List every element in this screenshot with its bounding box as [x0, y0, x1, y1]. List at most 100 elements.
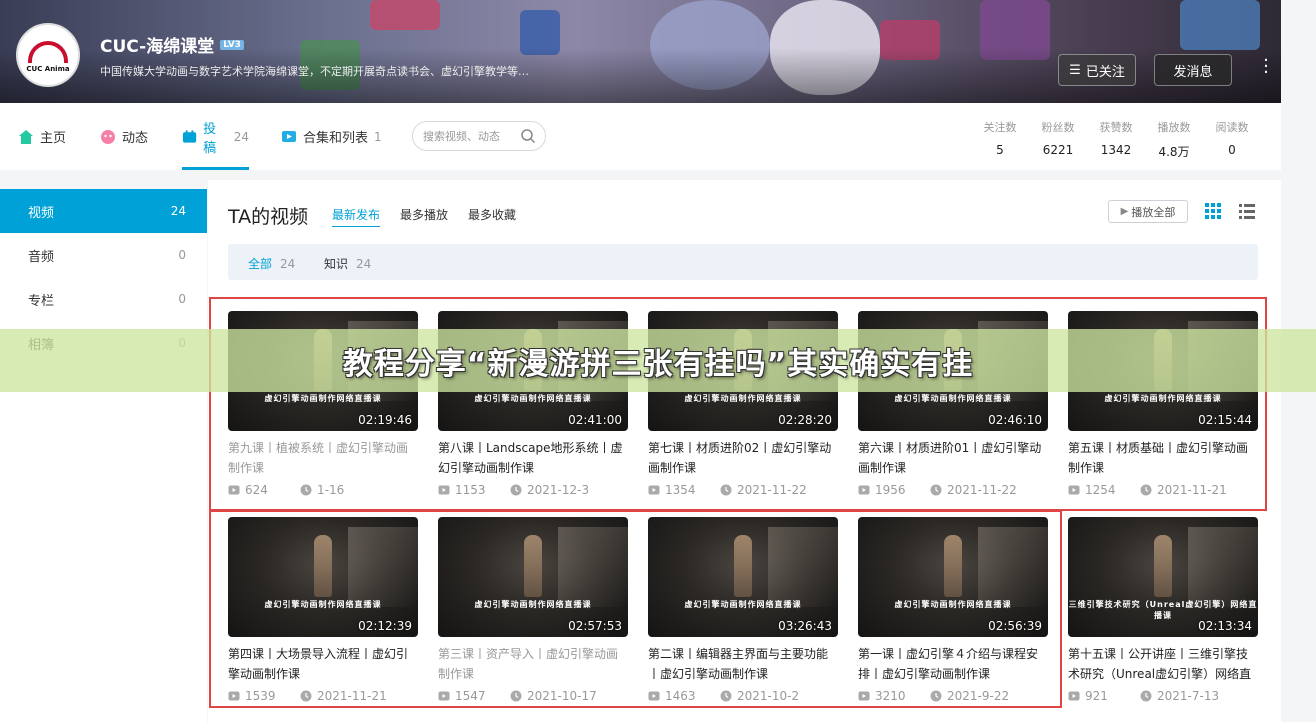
video-card[interactable]: 虚幻引擎动画制作网络直播课 02:12:39 第四课丨大场景导入流程丨虚幻引擎动… [228, 517, 418, 704]
sidebar-item-label: 音频 [28, 249, 55, 265]
video-duration: 02:46:10 [988, 413, 1042, 427]
video-duration: 02:41:00 [568, 413, 622, 427]
video-title[interactable]: 第八课丨Landscape地形系统丨虚幻引擎动画制作课 [438, 438, 628, 478]
video-title[interactable]: 第二课丨编辑器主界面与主要功能丨虚幻引擎动画制作课 [648, 644, 838, 684]
thumbnail-character [944, 535, 962, 597]
upload-date-value: 2021-11-22 [737, 483, 807, 497]
video-meta: 1463 2021-10-2 [648, 688, 838, 704]
sidebar-item-video[interactable]: 视频 24 [0, 189, 207, 233]
sidebar-item-articles[interactable]: 专栏 0 [0, 277, 207, 321]
video-meta: 1539 2021-11-21 [228, 688, 418, 704]
video-card[interactable]: 三维引擎技术研究（Unreal虚幻引擎）网络直播课 02:13:34 第十五课丨… [1068, 517, 1258, 704]
thumbnail-scene [1188, 527, 1258, 607]
play-count: 1956 [858, 483, 930, 497]
video-title[interactable]: 第五课丨材质基础丨虚幻引擎动画制作课 [1068, 438, 1258, 478]
avatar[interactable]: CUC Anima [16, 23, 80, 87]
upload-date-value: 2021-10-17 [527, 689, 597, 703]
filter-all[interactable]: 全部 24 [248, 255, 295, 272]
sidebar-item-count: 0 [178, 248, 186, 262]
sidebar-item-audio[interactable]: 音频 0 [0, 233, 207, 277]
stat-plays: 播放数 4.8万 [1149, 119, 1199, 160]
play-count-value: 1254 [1085, 483, 1116, 497]
play-count-icon [1068, 691, 1080, 701]
more-options-icon[interactable]: · · · [1258, 52, 1274, 82]
video-card[interactable]: 虚幻引擎动画制作网络直播课 03:26:43 第二课丨编辑器主界面与主要功能丨虚… [648, 517, 838, 704]
video-title[interactable]: 第十五课丨公开讲座丨三维引擎技术研究（Unreal虚幻引擎）网络直 [1068, 644, 1258, 684]
video-title[interactable]: 第三课丨资产导入丨虚幻引擎动画制作课 [438, 644, 628, 684]
tab-collections[interactable]: 合集和列表 1 [281, 103, 382, 170]
stat-following[interactable]: 关注数 5 [975, 119, 1025, 157]
stat-reads: 阅读数 0 [1207, 119, 1257, 157]
video-title[interactable]: 第六课丨材质进阶01丨虚幻引擎动画制作课 [858, 438, 1048, 478]
sort-most-played[interactable]: 最多播放 [400, 206, 448, 223]
play-all-button[interactable]: ▶ 播放全部 [1108, 200, 1188, 223]
banner-gift-decoration [1180, 0, 1260, 50]
tab-count: 24 [233, 129, 249, 144]
sort-most-favorited[interactable]: 最多收藏 [468, 206, 516, 223]
send-message-button[interactable]: 发消息 [1154, 54, 1232, 86]
filter-count: 24 [356, 257, 372, 271]
play-count: 1539 [228, 689, 300, 703]
play-count-icon [1068, 485, 1080, 495]
tab-uploads[interactable]: 投稿 24 [182, 103, 249, 170]
thumbnail-scene [558, 527, 628, 607]
clock-icon [1140, 690, 1152, 702]
play-count: 1254 [1068, 483, 1140, 497]
playlist-icon [282, 130, 296, 142]
upload-date: 2021-10-2 [720, 689, 799, 703]
video-meta: 1254 2021-11-21 [1068, 482, 1258, 498]
stat-followers[interactable]: 粉丝数 6221 [1033, 119, 1083, 157]
video-duration: 02:13:34 [1198, 619, 1252, 633]
video-duration: 02:28:20 [778, 413, 832, 427]
thumbnail-caption: 虚幻引擎动画制作网络直播课 [474, 394, 592, 403]
username[interactable]: CUC-海绵课堂 [100, 32, 214, 57]
page-title: TA的视频 [228, 206, 309, 228]
overlay-banner: 教程分享“新漫游拼三张有挂吗”其实确实有挂 [0, 329, 1316, 392]
upload-date: 2021-11-22 [930, 483, 1017, 497]
upload-date-value: 2021-10-2 [737, 689, 800, 703]
video-card[interactable]: 虚幻引擎动画制作网络直播课 02:57:53 第三课丨资产导入丨虚幻引擎动画制作… [438, 517, 628, 704]
filter-knowledge[interactable]: 知识 24 [324, 255, 371, 272]
list-view-icon[interactable] [1238, 202, 1256, 220]
tab-home[interactable]: 主页 [18, 103, 66, 170]
thumbnail-character [314, 535, 332, 597]
thumbnail-caption: 虚幻引擎动画制作网络直播课 [684, 600, 802, 609]
video-thumbnail[interactable]: 三维引擎技术研究（Unreal虚幻引擎）网络直播课 02:13:34 [1068, 517, 1258, 637]
video-thumbnail[interactable]: 虚幻引擎动画制作网络直播课 02:57:53 [438, 517, 628, 637]
video-duration: 02:57:53 [568, 619, 622, 633]
video-title[interactable]: 第七课丨材质进阶02丨虚幻引擎动画制作课 [648, 438, 838, 478]
video-thumbnail[interactable]: 虚幻引擎动画制作网络直播课 02:56:39 [858, 517, 1048, 637]
filter-count: 24 [280, 257, 296, 271]
video-title[interactable]: 第九课丨植被系统丨虚幻引擎动画制作课 [228, 438, 418, 478]
grid-view-icon[interactable] [1204, 202, 1222, 220]
video-card[interactable]: 虚幻引擎动画制作网络直播课 02:56:39 第一课丨虚幻引擎４介绍与课程安排丨… [858, 517, 1048, 704]
tab-dynamic[interactable]: 动态 [100, 103, 148, 170]
video-meta: 1153 2021-12-3 [438, 482, 628, 498]
play-count: 921 [1068, 689, 1140, 703]
video-thumbnail[interactable]: 虚幻引擎动画制作网络直播课 02:12:39 [228, 517, 418, 637]
search-icon[interactable] [520, 128, 536, 144]
stat-value: 4.8万 [1158, 145, 1190, 159]
clock-icon [300, 690, 312, 702]
video-duration: 02:19:46 [358, 413, 412, 427]
play-count-icon [438, 485, 450, 495]
video-thumbnail[interactable]: 虚幻引擎动画制作网络直播课 03:26:43 [648, 517, 838, 637]
thumbnail-caption: 虚幻引擎动画制作网络直播课 [474, 600, 592, 609]
search-placeholder: 搜索视频、动态 [423, 130, 500, 143]
upload-date: 2021-9-22 [930, 689, 1009, 703]
tab-label: 合集和列表 [303, 131, 369, 146]
video-meta: 1547 2021-10-17 [438, 688, 628, 704]
upload-date-value: 2021-7-13 [1157, 689, 1220, 703]
sort-latest[interactable]: 最新发布 [332, 206, 381, 227]
video-title[interactable]: 第四课丨大场景导入流程丨虚幻引擎动画制作课 [228, 644, 418, 684]
thumbnail-scene [768, 527, 838, 607]
play-all-label: 播放全部 [1131, 205, 1176, 219]
search-input[interactable]: 搜索视频、动态 [412, 121, 546, 151]
clock-icon [930, 690, 942, 702]
video-title[interactable]: 第一课丨虚幻引擎４介绍与课程安排丨虚幻引擎动画制作课 [858, 644, 1048, 684]
thumbnail-caption: 虚幻引擎动画制作网络直播课 [894, 394, 1012, 403]
followed-button[interactable]: ☰ 已关注 [1058, 54, 1136, 86]
play-count: 1463 [648, 689, 720, 703]
tab-label: 动态 [122, 131, 149, 146]
play-count: 3210 [858, 689, 930, 703]
